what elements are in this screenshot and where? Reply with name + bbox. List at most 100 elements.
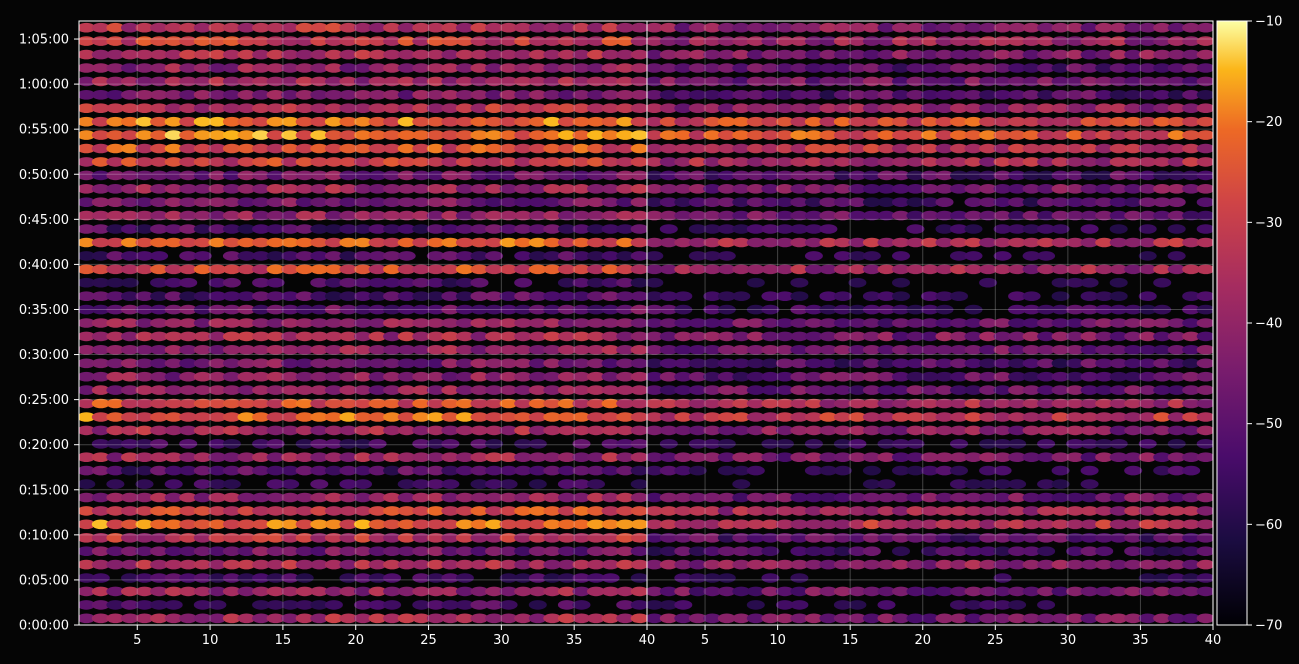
- heat-cell: [383, 600, 402, 610]
- heat-cell: [1080, 479, 1099, 489]
- x-tick-label-left: 5: [133, 633, 141, 648]
- colorbar-tick-label: −10: [1255, 15, 1282, 30]
- y-tick-label: 0:35:00: [19, 303, 69, 318]
- heat-cell: [150, 251, 169, 261]
- heat-cell: [179, 439, 198, 449]
- heat-cell: [630, 412, 647, 422]
- heat-cell: [1196, 22, 1213, 33]
- heat-cell: [647, 251, 664, 261]
- heat-cell: [499, 479, 518, 489]
- x-tick-label-left: 30: [493, 633, 510, 648]
- heat-cell: [485, 439, 504, 449]
- heat-cell: [1182, 465, 1201, 476]
- heat-cell: [746, 600, 765, 610]
- heat-cell: [1109, 439, 1128, 449]
- heat-cell: [1124, 465, 1143, 476]
- heat-cell: [630, 103, 647, 113]
- x-tick-label-right: 10: [769, 633, 786, 648]
- heat-cell: [1196, 36, 1213, 46]
- heat-cell: [1051, 224, 1070, 234]
- heat-cell: [354, 479, 372, 489]
- heat-cell: [1196, 439, 1213, 449]
- heat-cell: [775, 439, 794, 449]
- heat-cell: [1196, 506, 1213, 516]
- heat-cell: [630, 613, 647, 624]
- heat-cell: [790, 600, 809, 610]
- heat-cell: [179, 277, 198, 288]
- heat-cell: [717, 251, 736, 261]
- heat-cell: [790, 291, 809, 302]
- colorbar-tick-label: −60: [1255, 518, 1282, 533]
- heat-cell: [1196, 184, 1213, 194]
- heat-cell: [630, 90, 647, 100]
- heat-cell: [1196, 76, 1213, 87]
- heat-cell: [266, 277, 285, 288]
- heat-cell: [848, 600, 867, 610]
- heat-cell: [848, 277, 867, 288]
- heat-cell: [674, 600, 693, 610]
- y-tick-label: 0:55:00: [19, 123, 69, 138]
- heat-cell: [630, 197, 647, 207]
- heat-cell: [877, 479, 896, 489]
- colorbar-tick-label: −40: [1255, 317, 1282, 332]
- heat-cell: [1167, 251, 1186, 261]
- y-tick-label: 1:00:00: [19, 78, 69, 93]
- heat-cell: [630, 586, 647, 597]
- heat-cell: [1167, 439, 1186, 449]
- heat-cell: [1008, 439, 1027, 449]
- heat-cell: [499, 600, 518, 610]
- heat-cell: [862, 465, 881, 476]
- heat-cell: [295, 573, 314, 583]
- heat-cell: [1196, 452, 1213, 462]
- heat-cell: [630, 439, 647, 449]
- x-tick-label-left: 40: [639, 633, 656, 648]
- heat-cell: [1022, 291, 1041, 302]
- heat-cell: [1008, 479, 1027, 489]
- x-tick-label-right: 35: [1132, 633, 1149, 648]
- heat-cell: [1196, 103, 1213, 113]
- heat-cell: [1196, 63, 1213, 73]
- heat-cell: [1167, 197, 1186, 207]
- heat-cell: [630, 251, 647, 261]
- heat-cell: [950, 439, 968, 449]
- heat-cell: [1037, 600, 1056, 610]
- heat-cell: [804, 251, 823, 261]
- x-tick-label-left: 15: [275, 633, 292, 648]
- heat-cell: [441, 439, 460, 449]
- heat-cell: [630, 291, 647, 301]
- heat-cell: [630, 277, 647, 288]
- heat-cell: [877, 600, 896, 610]
- heat-cell: [1196, 170, 1213, 181]
- heat-cell: [1196, 412, 1213, 422]
- heat-cell: [717, 439, 736, 449]
- y-tick-label: 0:25:00: [19, 393, 69, 408]
- heat-cell: [630, 506, 647, 516]
- heat-cell: [1196, 492, 1213, 503]
- heat-cell: [935, 197, 954, 207]
- heat-cell: [761, 573, 780, 583]
- heat-cell: [150, 439, 169, 449]
- heat-cell: [1037, 546, 1056, 556]
- heat-cell: [746, 277, 765, 288]
- heat-cell: [1196, 385, 1213, 395]
- heat-cell: [1138, 439, 1157, 449]
- heat-cell: [1196, 197, 1213, 207]
- heat-cell: [1109, 224, 1128, 234]
- heat-cell: [848, 439, 867, 449]
- colorbar-tick-label: −70: [1255, 619, 1282, 634]
- x-tick-label-right: 20: [914, 633, 931, 648]
- heat-cell: [601, 573, 620, 583]
- heat-cell: [630, 116, 647, 127]
- heat-cell: [804, 439, 823, 449]
- heat-cell: [833, 291, 852, 302]
- heat-cell: [1196, 157, 1213, 167]
- heat-cell: [1196, 291, 1213, 301]
- heat-cell: [528, 439, 547, 449]
- heat-cell: [121, 277, 139, 288]
- y-tick-label: 0:10:00: [19, 528, 69, 543]
- x-tick-label-left: 35: [566, 633, 583, 648]
- x-tick-label-left: 20: [347, 633, 364, 648]
- heat-cell: [790, 277, 809, 288]
- heat-cell: [950, 465, 968, 476]
- heat-cell: [441, 479, 460, 489]
